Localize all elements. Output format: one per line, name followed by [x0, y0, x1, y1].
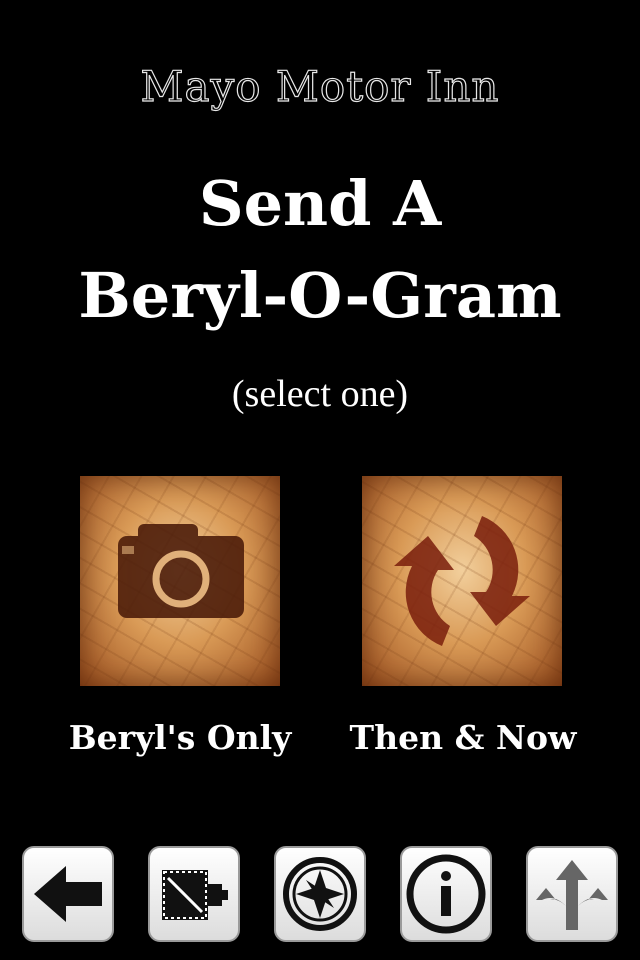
- info-icon: [406, 854, 486, 934]
- berylss-only-tile[interactable]: [80, 476, 280, 686]
- then-and-now-label[interactable]: Then & Now: [323, 718, 603, 757]
- compass-button[interactable]: [274, 846, 366, 942]
- title-line-1: Send A: [198, 167, 442, 240]
- share-button[interactable]: [526, 846, 618, 942]
- select-hint: (select one): [231, 373, 409, 415]
- camera-icon: [118, 524, 244, 618]
- then-and-now-tile[interactable]: [362, 476, 562, 686]
- share-arrows-icon: [536, 860, 608, 930]
- refresh-arrows-icon: [394, 516, 530, 646]
- info-button[interactable]: [400, 846, 492, 942]
- berylss-only-label[interactable]: Beryl's Only: [40, 718, 320, 757]
- page-title: Send A Beryl-O-Gram: [0, 158, 640, 342]
- back-button[interactable]: [22, 846, 114, 942]
- title-line-2: Beryl-O-Gram: [78, 259, 562, 332]
- vintage-camera-icon: [162, 870, 228, 920]
- back-arrow-icon: [34, 866, 102, 922]
- venue-name: Mayo Motor Inn: [140, 61, 500, 111]
- camera-button[interactable]: [148, 846, 240, 942]
- compass-icon: [283, 857, 357, 931]
